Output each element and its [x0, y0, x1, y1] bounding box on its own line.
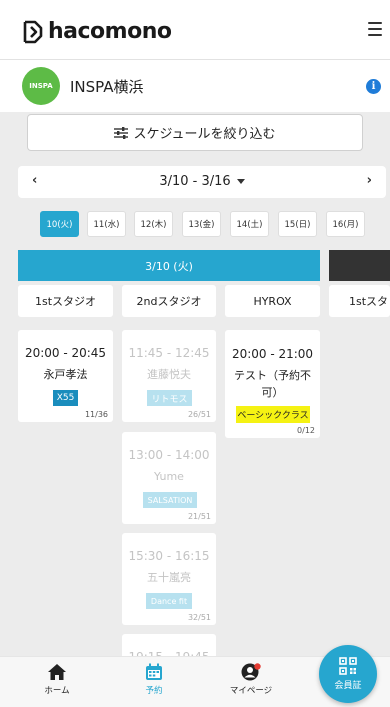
week-navigator: ‹ 3/10 - 3/16 ›: [18, 166, 386, 198]
lesson-capacity: 32/51: [187, 613, 211, 622]
day-tab-16[interactable]: 16(月): [326, 211, 365, 237]
brand-name: hacomono: [48, 19, 172, 44]
next-date-banner: [329, 250, 390, 281]
lesson-time: 20:00 - 21:00: [231, 347, 314, 361]
studio-header-1st-next: 1stスタ: [329, 285, 390, 317]
lesson-time: 11:45 - 12:45: [128, 346, 210, 360]
studio-header-hyrox: HYROX: [225, 285, 320, 317]
day-tab-13[interactable]: 13(金): [182, 211, 221, 237]
filter-label: スケジュールを絞り込む: [133, 127, 276, 142]
program-tag: リトモス: [147, 390, 192, 406]
lesson-time: 13:00 - 14:00: [128, 448, 210, 462]
shop-bar: INSPA INSPA横浜 i: [0, 60, 390, 112]
day-tab-12[interactable]: 12(木): [134, 211, 173, 237]
member-card-label: 会員証: [334, 681, 362, 691]
lesson-card-ritmos[interactable]: 11:45 - 12:45 進藤悦夫 リトモス 26/51: [122, 330, 216, 422]
hacomono-logo-icon: [23, 20, 43, 43]
selected-date-banner: 3/10 (火): [18, 250, 320, 281]
nav-reserve[interactable]: 予約: [119, 663, 189, 696]
day-tab-11[interactable]: 11(水): [87, 211, 126, 237]
lesson-capacity: 21/51: [187, 512, 211, 521]
lesson-instructor: Yume: [154, 470, 184, 483]
day-tab-14[interactable]: 14(土): [230, 211, 269, 237]
lesson-card-salsation[interactable]: 13:00 - 14:00 Yume SALSATION 21/51: [122, 432, 216, 524]
home-icon: [48, 664, 66, 680]
member-card-button[interactable]: 会員証: [319, 645, 377, 703]
nav-home[interactable]: ホーム: [22, 663, 92, 696]
program-tag: SALSATION: [143, 492, 197, 508]
lesson-instructor: 進藤悦夫: [147, 368, 191, 381]
lesson-card-x55[interactable]: 20:00 - 20:45 永戸孝法 X55 11/36: [18, 330, 113, 422]
studio-header-2nd: 2ndスタジオ: [122, 285, 216, 317]
week-range-dropdown[interactable]: 3/10 - 3/16: [18, 174, 386, 189]
studio-header-1st: 1stスタジオ: [18, 285, 113, 317]
shop-name: INSPA横浜: [70, 78, 144, 96]
info-icon[interactable]: i: [366, 79, 381, 94]
sliders-icon: [114, 126, 129, 139]
app-header: hacomono: [0, 0, 390, 60]
lesson-instructor: 永戸孝法: [43, 368, 88, 381]
lesson-instructor-line2: 可）: [261, 386, 284, 399]
day-tab-10[interactable]: 10(火): [40, 211, 79, 237]
qr-code-icon: [339, 657, 357, 675]
filter-schedule-button[interactable]: スケジュールを絞り込む: [27, 114, 363, 151]
program-tag: ベーシッククラス: [236, 406, 310, 423]
lesson-card-test[interactable]: 20:00 - 21:00 テスト（予約不 可） ベーシッククラス 0/12: [225, 330, 320, 438]
user-circle-icon: [241, 663, 261, 681]
lesson-capacity: 26/51: [187, 410, 211, 419]
shop-logo: INSPA: [22, 67, 60, 105]
nav-mypage[interactable]: マイページ: [216, 663, 286, 696]
lesson-card-dance-fit[interactable]: 15:30 - 16:15 五十嵐亮 Dance fit 32/51: [122, 533, 216, 625]
hamburger-menu-icon[interactable]: [368, 22, 382, 36]
lesson-capacity: 0/12: [297, 426, 315, 435]
next-week-chevron-icon[interactable]: ›: [367, 173, 372, 188]
caret-down-icon: [236, 179, 245, 184]
lesson-capacity: 11/36: [84, 410, 108, 419]
lesson-time: 15:30 - 16:15: [128, 549, 210, 563]
hacomono-logo[interactable]: hacomono: [22, 19, 172, 44]
day-tab-15[interactable]: 15(日): [278, 211, 317, 237]
program-tag: X55: [53, 390, 78, 406]
program-tag: Dance fit: [146, 593, 192, 609]
calendar-icon: [146, 663, 162, 680]
lesson-instructor: 五十嵐亮: [147, 571, 191, 584]
lesson-time: 20:00 - 20:45: [24, 346, 107, 360]
lesson-instructor-line1: テスト（予約不: [234, 369, 311, 382]
